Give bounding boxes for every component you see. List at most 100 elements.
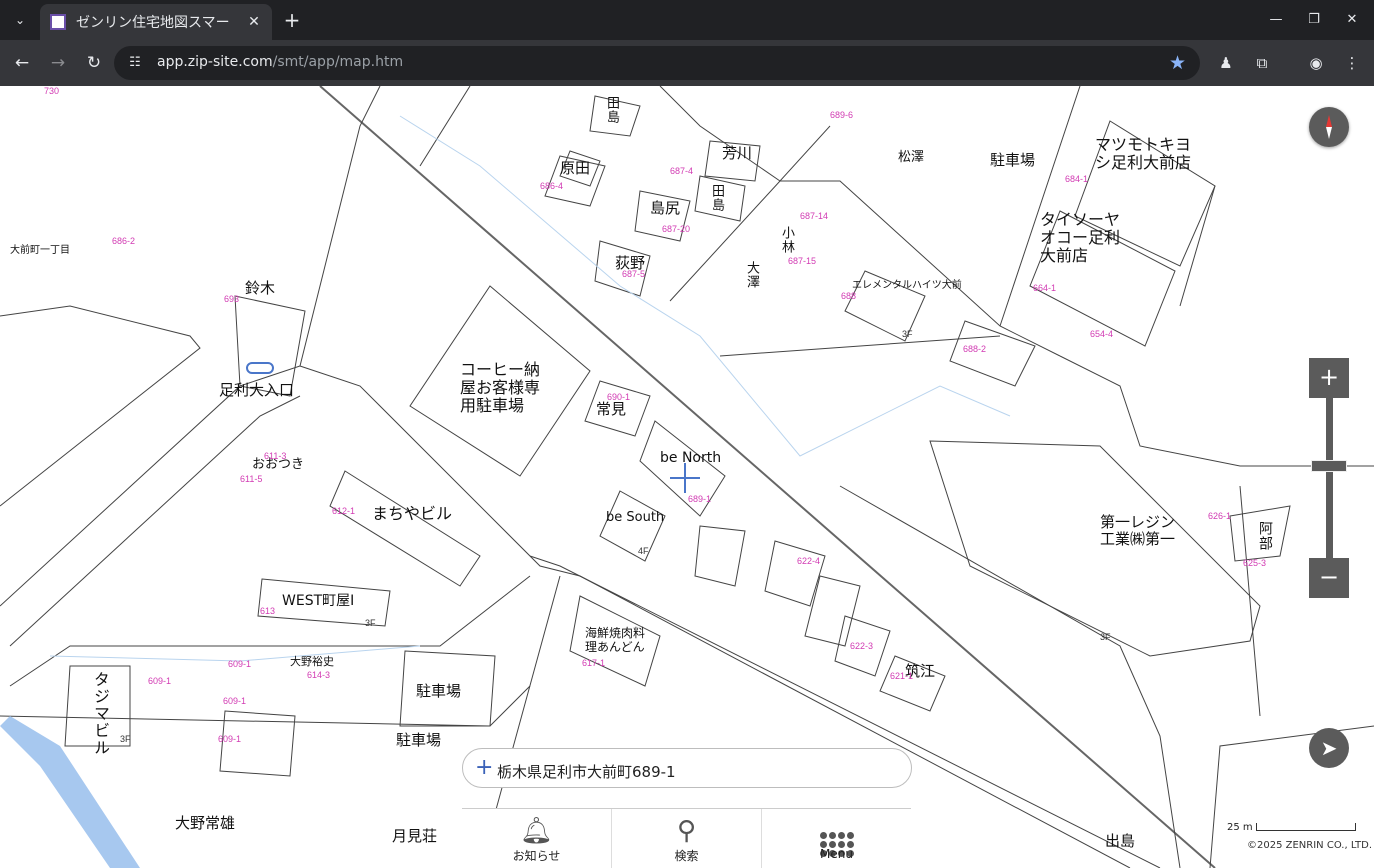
compass-south-icon [1326,127,1332,139]
lot-number: 612-1 [332,506,356,516]
kebab-menu-icon[interactable]: ⋮ [1341,52,1363,74]
zoom-slider-track[interactable] [1326,398,1333,558]
lot-number: 622-3 [850,641,874,651]
label-tashima-top: 田島 [604,96,619,124]
lot-number: 609-1 [148,676,172,686]
label-be-north: be North [660,450,722,466]
back-icon[interactable]: ← [9,50,35,76]
label-tsuneshi: 常見 [596,400,627,418]
search-label: 検索 [674,849,699,863]
menu-button[interactable]: Menu [762,809,911,868]
address-display[interactable]: + 栃木県足利市大前町689-1 [462,748,912,788]
tab-list-icon[interactable]: ⌄ [8,8,32,32]
lot-number: 654-4 [1090,329,1114,339]
label-parking-3: 駐車場 [396,731,442,749]
tab-close-icon[interactable]: ✕ [246,14,262,30]
locate-me-button[interactable]: ➤ [1309,728,1349,768]
search-icon: ⚲ [676,816,697,846]
map-canvas[interactable]: マツモトキヨシ足利大前店 タイソーヤオコー足利大前店 コーヒー納屋お客様専用駐車… [0,86,1374,868]
lot-number: 621-1 [890,671,914,681]
label-tadashima: 田島 [709,184,724,212]
scale-label: 25 m [1227,822,1253,833]
url-path: /smt/app/map.htm [272,54,404,70]
label-parking-1: 駐車場 [990,151,1036,169]
lot-number: 688 [841,291,857,301]
label-harada: 原田 [560,159,591,177]
zoom-out-button[interactable]: − [1309,558,1349,598]
compass-north-icon [1326,115,1332,127]
address-bar[interactable]: ☷ app.zip-site.com/smt/app/map.htm ★ [114,46,1200,80]
favicon-icon [50,14,66,30]
menu-label: Menu [820,847,853,861]
label-ono-tsuneo: 大野常雄 [175,814,236,832]
label-be-south: be South [606,510,665,525]
label-abe: 阿部 [1257,521,1273,551]
lot-number: 730 [44,86,60,96]
lot-number: 617-1 [582,658,606,668]
lot-number: 687-14 [800,211,829,221]
label-west: WEST町屋Ⅰ [282,593,355,609]
lot-number: 611-3 [264,451,287,461]
reload-icon[interactable]: ↻ [81,50,107,76]
lot-number: 684-1 [1065,174,1089,184]
star-icon[interactable]: ★ [1169,52,1186,74]
address-text: 栃木県足利市大前町689-1 [497,763,676,781]
restore-icon[interactable]: ❐ [1302,8,1326,32]
lot-number: 609-1 [218,734,242,744]
zoom-in-button[interactable]: + [1309,358,1349,398]
lot-number: 689-1 [688,494,712,504]
url-text: app.zip-site.com/smt/app/map.htm [157,54,403,70]
profile-icon[interactable]: ◉ [1305,52,1327,74]
label-matsumoto: マツモトキヨシ足利大前店 [1095,135,1192,172]
label-daimae-1: 大前町一丁目 [10,245,70,256]
label-kobayashi: 小林 [779,226,794,254]
minimize-icon[interactable]: — [1264,8,1288,32]
extension-icon[interactable]: ♟ [1215,52,1237,74]
center-crosshair-icon [684,463,686,493]
lot-number: 614-3 [307,670,331,680]
label-matsuzawa: 松澤 [898,150,925,165]
lot-number: 622-4 [797,556,821,566]
forward-icon[interactable]: → [45,50,71,76]
label-daiichi: 第一レジン工業㈱第一 [1100,513,1176,548]
lot-number: 664-1 [1033,283,1057,293]
floor-mark: 3F [1100,632,1111,642]
lot-number: 687-4 [670,166,694,176]
site-info-icon[interactable]: ☷ [126,54,144,72]
floor-mark: 3F [902,329,913,339]
tab-title: ゼンリン住宅地図スマー [76,15,230,31]
lot-number: 687-5 [622,269,646,279]
search-button[interactable]: ⚲ 検索 [612,809,762,868]
lot-number: 609-1 [223,696,247,706]
compass-icon[interactable] [1309,107,1349,147]
label-element: エレメンタルハイツ大前 [852,280,962,291]
lot-number: 687-20 [662,224,691,234]
notice-button[interactable]: 🔔︎ お知らせ [462,809,612,868]
bell-icon: 🔔︎ [519,816,553,846]
lot-number: 611-5 [240,474,263,484]
browser-tab-bar: ⌄ ゼンリン住宅地図スマー ✕ + — ❐ ✕ [0,0,1374,40]
label-shimaji: 島尻 [650,199,681,217]
zoom-slider-handle[interactable] [1311,460,1347,472]
puzzle-icon[interactable]: ⧉ [1251,52,1273,74]
browser-toolbar: ← → ↻ ☷ app.zip-site.com/smt/app/map.htm… [0,40,1374,86]
lot-number: 687-15 [788,256,817,266]
notice-label: お知らせ [512,849,561,863]
label-restaurant: 海鮮焼肉料理あんどん [585,626,646,654]
label-ono: 大野裕史 [290,655,334,668]
add-location-icon[interactable]: + [475,757,493,779]
bottom-menu: 🔔︎ お知らせ ⚲ 検索 Menu [462,808,911,868]
label-ashikaga-entrance: 足利大入口 [219,381,295,399]
label-omura: 大澤 [744,261,759,289]
floor-mark: 3F [365,618,376,628]
close-icon[interactable]: ✕ [1340,8,1364,32]
new-tab-button[interactable]: + [280,8,304,32]
browser-tab[interactable]: ゼンリン住宅地図スマー ✕ [40,4,272,40]
label-machiya: まちやビル [372,504,453,523]
label-yoshikawa: 芳川 [722,144,753,162]
label-parking-2: 駐車場 [416,682,462,700]
grid-dots-icon [762,815,911,857]
url-host: app.zip-site.com [157,54,273,70]
lot-number: 686-2 [112,236,136,246]
lot-number: 609-1 [228,659,252,669]
